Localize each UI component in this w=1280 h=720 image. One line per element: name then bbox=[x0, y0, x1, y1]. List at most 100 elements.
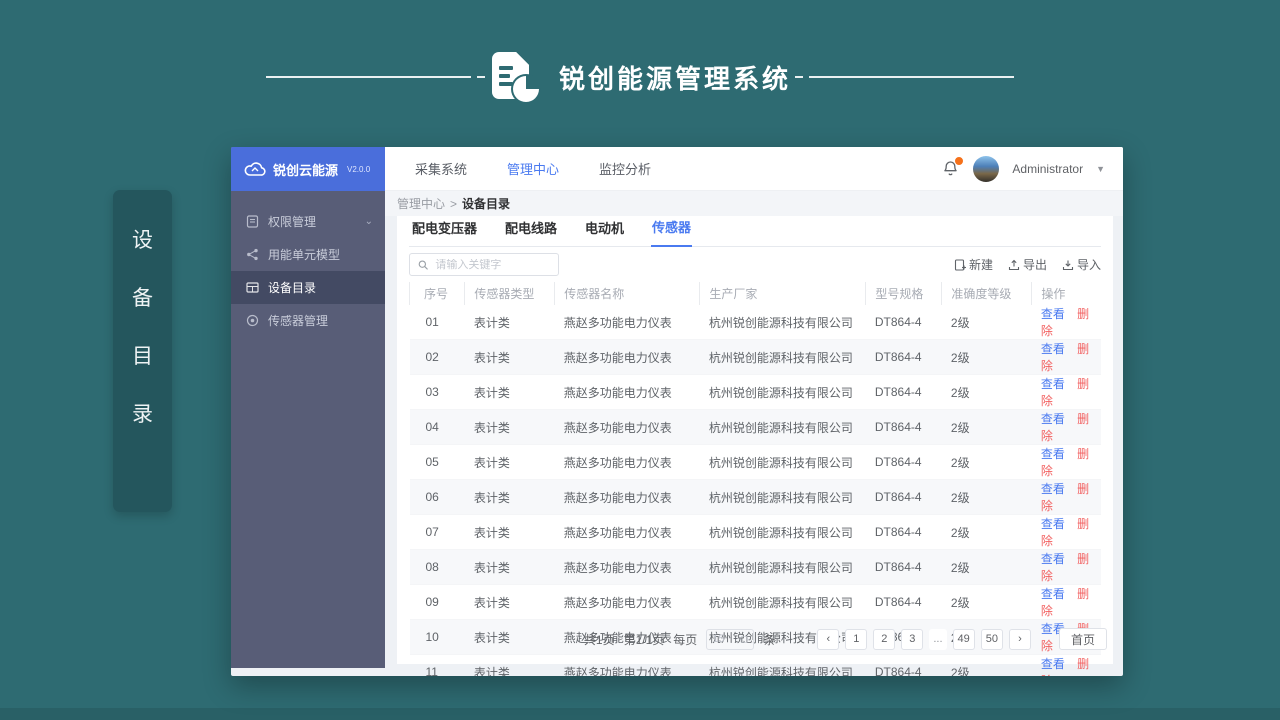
cell-sensor-name: 燕赵多功能电力仪表 bbox=[563, 490, 672, 505]
page-button[interactable]: 49 bbox=[952, 628, 975, 650]
per-page-unit: 条 bbox=[763, 632, 776, 647]
sidebar-item-energy-unit-model[interactable]: 用能单元模型 bbox=[231, 238, 385, 271]
sidebar-logo-text: 锐创云能源 bbox=[273, 162, 339, 178]
view-link[interactable]: 查看 bbox=[1041, 657, 1065, 671]
view-link[interactable]: 查看 bbox=[1041, 552, 1065, 566]
table-row[interactable]: 02 表计类 燕赵多功能电力仪表 杭州锐创能源科技有限公司 DT864-4 2级… bbox=[409, 339, 1101, 375]
new-button[interactable]: 新建 bbox=[954, 256, 993, 273]
cell-sensor-type: 表计类 bbox=[473, 595, 510, 610]
next-page-button[interactable]: › bbox=[1009, 628, 1031, 650]
search-box[interactable] bbox=[409, 253, 559, 276]
page-buttons: 1 2 3... 49 50 bbox=[845, 628, 1003, 650]
tab-motor[interactable]: 电动机 bbox=[584, 218, 625, 246]
cloud-icon bbox=[244, 161, 266, 176]
cell-model: DT864-4 bbox=[874, 595, 922, 609]
bottom-band bbox=[0, 708, 1280, 720]
breadcrumb-parent[interactable]: 管理中心 bbox=[397, 195, 445, 212]
sidebar-logo: 锐创云能源 V2.0.0 bbox=[231, 147, 385, 191]
import-button[interactable]: 导入 bbox=[1062, 256, 1101, 273]
prev-page-button[interactable]: ‹ bbox=[817, 628, 840, 650]
view-link[interactable]: 查看 bbox=[1041, 482, 1065, 496]
sidebar-menu: 权限管理 ⌄ 用能单元模型 设备目录 传感器管理 bbox=[231, 191, 385, 337]
chevron-down-icon: ⌄ bbox=[364, 216, 373, 227]
page-button[interactable]: 1 bbox=[845, 628, 868, 650]
cell-sensor-name: 燕赵多功能电力仪表 bbox=[563, 385, 672, 400]
column-header-actions: 操作 bbox=[1031, 282, 1101, 305]
cell-seq: 08 bbox=[425, 560, 439, 574]
sidebar-item-sensor-management[interactable]: 传感器管理 bbox=[231, 304, 385, 337]
tag-char: 录 bbox=[132, 403, 153, 426]
avatar[interactable] bbox=[973, 155, 1000, 182]
cell-sensor-type: 表计类 bbox=[473, 385, 510, 400]
table-row[interactable]: 09 表计类 燕赵多功能电力仪表 杭州锐创能源科技有限公司 DT864-4 2级… bbox=[409, 585, 1101, 620]
search-input[interactable] bbox=[435, 258, 550, 271]
cell-model: DT864-4 bbox=[874, 490, 922, 504]
view-link[interactable]: 查看 bbox=[1041, 587, 1065, 601]
per-page-value: 15 bbox=[712, 633, 725, 645]
page-button[interactable]: 50 bbox=[980, 628, 1003, 650]
table-row[interactable]: 03 表计类 燕赵多功能电力仪表 杭州锐创能源科技有限公司 DT864-4 2级… bbox=[409, 375, 1101, 410]
breadcrumb-current: 设备目录 bbox=[462, 197, 511, 211]
view-link[interactable]: 查看 bbox=[1041, 412, 1065, 426]
app-window: 锐创云能源 V2.0.0 权限管理 ⌄ 用能单元模型 设备目录 传感器管理 采集… bbox=[231, 147, 1123, 676]
nav-item-management-center[interactable]: 管理中心 bbox=[507, 159, 559, 178]
view-link[interactable]: 查看 bbox=[1041, 342, 1065, 356]
cell-actions: 查看 删除 bbox=[1032, 550, 1101, 585]
cell-actions: 查看 删除 bbox=[1032, 445, 1101, 480]
cell-actions: 查看 删除 bbox=[1032, 410, 1101, 445]
cell-sensor-name: 燕赵多功能电力仪表 bbox=[563, 350, 672, 365]
sidebar-item-device-directory[interactable]: 设备目录 bbox=[231, 271, 385, 304]
first-page-button[interactable]: 首页 bbox=[1059, 628, 1107, 650]
cell-manufacturer: 杭州锐创能源科技有限公司 bbox=[708, 385, 853, 400]
table-row[interactable]: 07 表计类 燕赵多功能电力仪表 杭州锐创能源科技有限公司 DT864-4 2级… bbox=[409, 515, 1101, 550]
notification-bell-icon[interactable] bbox=[942, 155, 965, 178]
table-header-row: 序号 传感器类型 传感器名称 生产厂家 型号规格 准确度等级 操作 bbox=[408, 282, 1101, 305]
cell-sensor-name: 燕赵多功能电力仪表 bbox=[563, 525, 672, 540]
cell-sensor-type: 表计类 bbox=[473, 490, 510, 505]
table-row[interactable]: 05 表计类 燕赵多功能电力仪表 杭州锐创能源科技有限公司 DT864-4 2级… bbox=[409, 445, 1101, 480]
per-page-select[interactable]: 15 ▢ bbox=[706, 628, 755, 650]
table-row[interactable]: 06 表计类 燕赵多功能电力仪表 杭州锐创能源科技有限公司 DT864-4 2级… bbox=[409, 479, 1101, 515]
user-name: Administrator bbox=[1012, 161, 1084, 176]
column-header-seq: 序号 bbox=[408, 282, 465, 305]
user-menu-caret-icon[interactable]: ▼ bbox=[1096, 164, 1105, 174]
nav-item-monitoring-analysis[interactable]: 监控分析 bbox=[599, 159, 651, 178]
view-link[interactable]: 查看 bbox=[1041, 447, 1065, 461]
view-link[interactable]: 查看 bbox=[1041, 377, 1065, 391]
search-icon bbox=[418, 259, 428, 270]
view-link[interactable]: 查看 bbox=[1041, 307, 1065, 321]
sidebar-item-label: 权限管理 bbox=[268, 215, 317, 229]
topbar: 采集系统 管理中心 监控分析 Administrator ▼ bbox=[385, 147, 1123, 191]
breadcrumb-separator: > bbox=[450, 196, 458, 211]
table-row[interactable]: 01 表计类 燕赵多功能电力仪表 杭州锐创能源科技有限公司 DT864-4 2级… bbox=[409, 305, 1101, 340]
tab-distribution-transformer[interactable]: 配电变压器 bbox=[411, 218, 478, 246]
cell-seq: 06 bbox=[425, 490, 439, 504]
cell-accuracy: 2级 bbox=[950, 420, 970, 435]
tab-distribution-line[interactable]: 配电线路 bbox=[504, 218, 558, 246]
sidebar-item-permission-management[interactable]: 权限管理 ⌄ bbox=[231, 205, 385, 238]
table-row[interactable]: 04 表计类 燕赵多功能电力仪表 杭州锐创能源科技有限公司 DT864-4 2级… bbox=[409, 409, 1101, 445]
cell-accuracy: 2级 bbox=[950, 560, 970, 575]
table-row[interactable]: 08 表计类 燕赵多功能电力仪表 杭州锐创能源科技有限公司 DT864-4 2级… bbox=[409, 549, 1101, 585]
cell-model: DT864-4 bbox=[874, 350, 922, 364]
export-button-label: 导出 bbox=[1022, 258, 1047, 272]
cell-accuracy: 2级 bbox=[950, 490, 970, 505]
page-ellipsis: ... bbox=[929, 628, 947, 650]
search-toolbar-row: 新建 导出 bbox=[409, 247, 1101, 282]
page-button[interactable]: 3 bbox=[901, 628, 924, 650]
column-header-sensor-type: 传感器类型 bbox=[464, 282, 555, 305]
sensor-table: 序号 传感器类型 传感器名称 生产厂家 型号规格 准确度等级 操作 01 表计类… bbox=[408, 282, 1101, 676]
cell-seq: 05 bbox=[425, 455, 439, 469]
cell-sensor-type: 表计类 bbox=[473, 420, 510, 435]
export-button[interactable]: 导出 bbox=[1008, 256, 1047, 273]
tag-char: 备 bbox=[132, 287, 153, 310]
cell-model: DT864-4 bbox=[874, 385, 922, 399]
notification-badge bbox=[954, 155, 965, 166]
nav-item-collection-system[interactable]: 采集系统 bbox=[415, 159, 467, 178]
view-link[interactable]: 查看 bbox=[1041, 517, 1065, 531]
tab-sensor[interactable]: 传感器 bbox=[651, 217, 693, 247]
export-icon bbox=[1008, 259, 1020, 270]
cell-manufacturer: 杭州锐创能源科技有限公司 bbox=[708, 350, 853, 365]
cell-manufacturer: 杭州锐创能源科技有限公司 bbox=[708, 490, 853, 505]
page-button[interactable]: 2 bbox=[873, 628, 896, 650]
